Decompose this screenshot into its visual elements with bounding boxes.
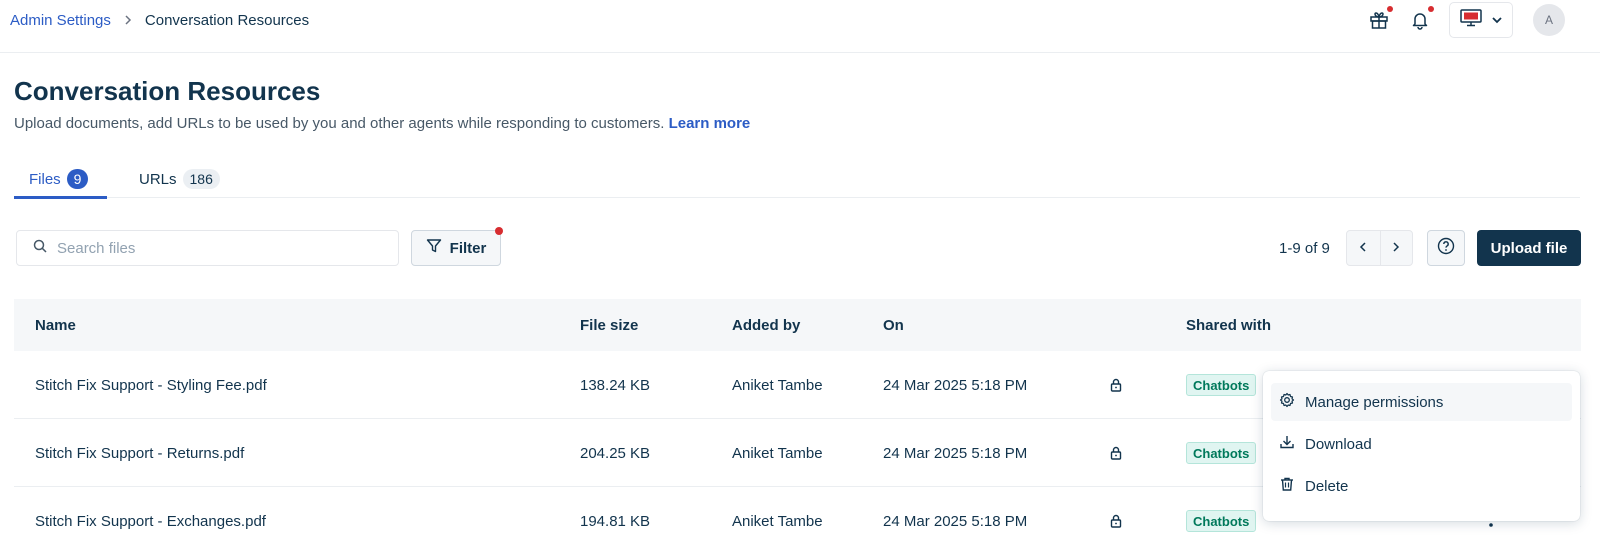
chevron-right-icon [123, 13, 133, 29]
shared-badge: Chatbots [1186, 374, 1257, 396]
tab-urls-label: URLs [139, 170, 177, 188]
column-header-on[interactable]: On [883, 299, 904, 351]
tab-files-count: 9 [66, 169, 89, 189]
menu-item-label: Download [1305, 435, 1372, 453]
help-icon [1437, 237, 1455, 260]
shared-badge: Chatbots [1186, 442, 1257, 464]
search-input[interactable] [57, 239, 377, 257]
search-box [16, 230, 399, 266]
avatar[interactable]: A [1533, 4, 1565, 36]
learn-more-link[interactable]: Learn more [669, 115, 751, 132]
table-header: Name File size Added by On Shared with [14, 299, 1581, 351]
row-actions-menu: Manage permissions Download Delete [1263, 371, 1580, 521]
filter-active-dot [495, 227, 503, 235]
chevron-left-icon [1359, 239, 1367, 257]
breadcrumb-admin-settings[interactable]: Admin Settings [10, 12, 111, 29]
page-title: Conversation Resources [14, 76, 321, 106]
notifications-button[interactable] [1404, 6, 1436, 38]
added-on: 24 Mar 2025 5:18 PM [883, 376, 1028, 394]
tab-files[interactable]: Files 9 [14, 160, 107, 199]
tabs: Files 9 URLs 186 [14, 160, 1580, 199]
menu-item-manage-permissions[interactable]: Manage permissions [1271, 383, 1572, 421]
filter-label: Filter [449, 239, 487, 257]
file-name[interactable]: Stitch Fix Support - Returns.pdf [35, 419, 244, 487]
trash-icon [1279, 476, 1295, 496]
lock-icon [1109, 487, 1123, 555]
shared-with: Chatbots [1186, 419, 1257, 487]
chevron-right-icon [1392, 239, 1400, 257]
menu-item-label: Delete [1305, 477, 1349, 495]
prev-page-button[interactable] [1347, 231, 1380, 265]
page-subtitle: Upload documents, add URLs to be used by… [14, 115, 750, 132]
tab-files-label: Files [29, 170, 61, 188]
next-page-button[interactable] [1379, 231, 1413, 265]
column-header-file-size[interactable]: File size [580, 299, 638, 351]
pager [1346, 230, 1413, 266]
added-by: Aniket Tambe [732, 376, 823, 394]
gift-icon [1369, 10, 1389, 35]
shared-badge: Chatbots [1186, 510, 1257, 532]
top-bar: Admin Settings Conversation Resources A [0, 0, 1600, 53]
search-icon [33, 239, 47, 258]
lock-icon [1109, 351, 1123, 419]
filter-icon [426, 238, 442, 258]
gift-notification-dot [1387, 6, 1393, 12]
file-size: 194.81 KB [580, 512, 651, 530]
status-dropdown[interactable] [1449, 2, 1513, 38]
pagination-status: 1-9 of 9 [1279, 240, 1330, 257]
upload-file-button[interactable]: Upload file [1477, 230, 1581, 266]
lock-icon [1109, 419, 1123, 487]
page-subtitle-text: Upload documents, add URLs to be used by… [14, 115, 665, 132]
bell-icon [1410, 10, 1430, 35]
added-by: Aniket Tambe [732, 512, 823, 530]
column-header-name[interactable]: Name [35, 299, 76, 351]
download-icon [1279, 434, 1295, 454]
breadcrumb-current: Conversation Resources [144, 12, 310, 29]
file-name[interactable]: Stitch Fix Support - Exchanges.pdf [35, 487, 266, 555]
monitor-icon [1460, 8, 1482, 32]
chevron-down-icon [1492, 11, 1502, 29]
shared-with: Chatbots [1186, 351, 1257, 419]
added-on: 24 Mar 2025 5:18 PM [883, 444, 1028, 462]
menu-item-label: Manage permissions [1305, 393, 1444, 411]
bell-notification-dot [1428, 6, 1434, 12]
shared-with: Chatbots [1186, 487, 1257, 555]
added-by: Aniket Tambe [732, 444, 823, 462]
filter-button[interactable]: Filter [411, 227, 503, 266]
menu-item-download[interactable]: Download [1271, 425, 1572, 463]
breadcrumb: Admin Settings Conversation Resources [10, 12, 309, 29]
help-button[interactable] [1427, 230, 1465, 266]
tab-urls-count: 186 [182, 169, 220, 189]
column-header-added-by[interactable]: Added by [732, 299, 800, 351]
file-size: 204.25 KB [580, 444, 651, 462]
added-on: 24 Mar 2025 5:18 PM [883, 512, 1028, 530]
gear-icon [1279, 392, 1295, 412]
file-name[interactable]: Stitch Fix Support - Styling Fee.pdf [35, 351, 267, 419]
menu-item-delete[interactable]: Delete [1271, 467, 1572, 505]
tab-urls[interactable]: URLs 186 [126, 160, 236, 198]
file-size: 138.24 KB [580, 376, 651, 394]
gift-button[interactable] [1363, 6, 1395, 38]
avatar-initial: A [1544, 13, 1553, 27]
column-header-shared-with: Shared with [1186, 316, 1272, 334]
